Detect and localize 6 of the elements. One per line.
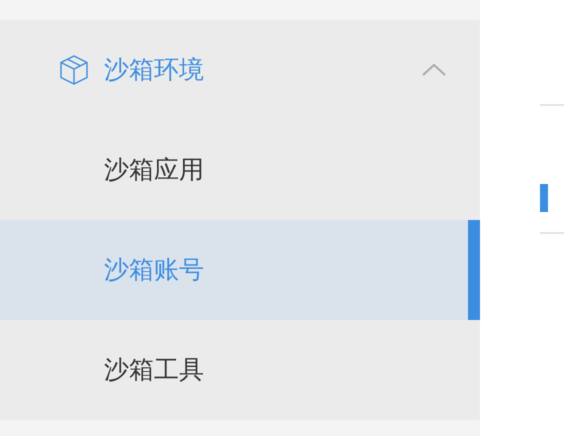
menu-item[interactable]: 沙箱工具 bbox=[0, 320, 480, 420]
box-icon bbox=[58, 54, 90, 86]
menu-group-title: 沙箱环境 bbox=[104, 54, 205, 86]
section-marker bbox=[540, 184, 548, 212]
chevron-icon bbox=[422, 63, 446, 77]
menu-item[interactable]: 沙箱应用 bbox=[0, 120, 480, 220]
